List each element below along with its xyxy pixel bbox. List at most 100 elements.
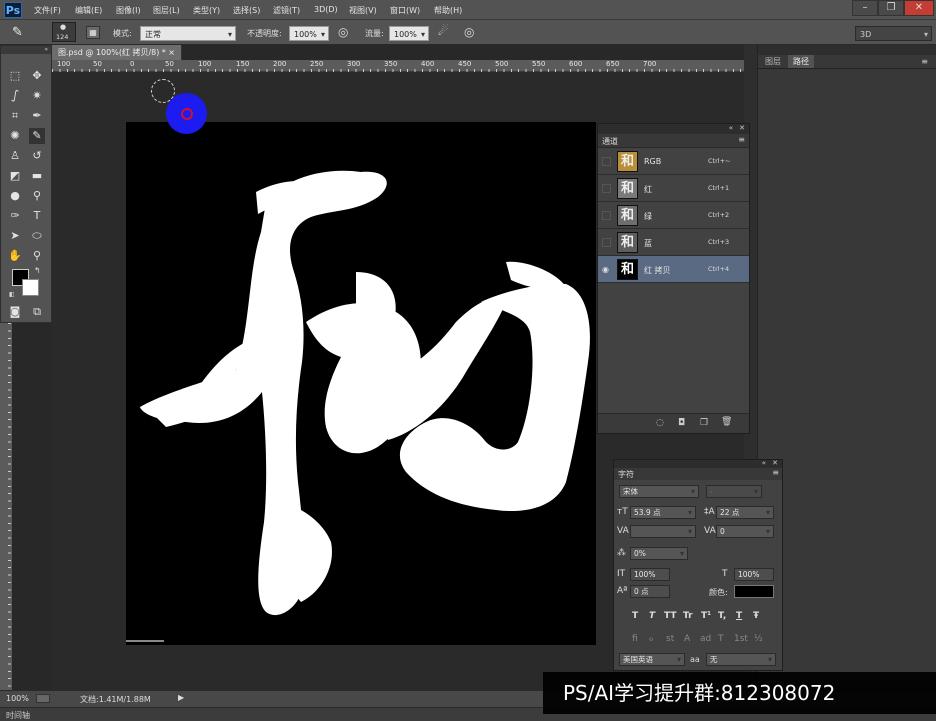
swap-colors-icon[interactable]: ↰ <box>34 266 41 275</box>
maximize-button[interactable]: ❐ <box>878 0 904 16</box>
menu-select[interactable]: 选择(S) <box>233 5 260 16</box>
collapse-icon[interactable]: « <box>729 124 733 132</box>
channel-row[interactable]: 和 蓝 Ctrl+3 <box>598 229 749 256</box>
tab-layers[interactable]: 图层 <box>760 55 786 68</box>
brush-tool-selected-icon[interactable]: ✎ <box>29 128 45 144</box>
fractions-button[interactable]: ½ <box>754 634 763 644</box>
opacity-input[interactable]: 100% <box>289 26 329 42</box>
font-family-select[interactable]: 宋体 <box>619 485 699 498</box>
document-tab[interactable]: 图.psd @ 100%(红 拷贝/8) * × <box>52 45 182 60</box>
kerning-input[interactable] <box>630 525 696 538</box>
ellipse-tool-icon[interactable]: ⬭ <box>29 228 45 244</box>
vertical-scale-input[interactable]: 100% <box>630 568 670 581</box>
default-colors-icon[interactable]: ◧ <box>9 291 15 298</box>
status-info-icon[interactable] <box>36 694 50 703</box>
visibility-toggle[interactable] <box>602 157 611 166</box>
channel-row[interactable]: 和 RGB Ctrl+~ <box>598 148 749 175</box>
swash-button[interactable]: A <box>684 634 690 644</box>
visibility-toggle[interactable] <box>602 211 611 220</box>
titling-alternates-button[interactable]: T <box>718 634 724 644</box>
new-channel-icon[interactable]: ❐ <box>700 418 708 428</box>
panel-menu-icon[interactable]: ≡ <box>738 135 745 144</box>
character-tab[interactable]: 字符 <box>618 469 634 480</box>
brush-panel-toggle-icon[interactable]: ▦ <box>86 26 100 39</box>
menu-layer[interactable]: 图层(L) <box>153 5 180 16</box>
channel-row[interactable]: ◉ 和 红 拷贝 Ctrl+4 <box>598 256 749 283</box>
status-menu-arrow-icon[interactable]: ▶ <box>178 693 184 702</box>
menu-edit[interactable]: 编辑(E) <box>75 5 102 16</box>
baseline-shift-input[interactable]: 0 点 <box>630 585 670 598</box>
visibility-toggle[interactable] <box>602 184 611 193</box>
font-size-input[interactable]: 53.9 点 <box>630 506 696 519</box>
superscript-button[interactable]: T¹ <box>701 611 711 621</box>
strikethrough-button[interactable]: Ŧ <box>753 611 759 621</box>
collapse-icon[interactable]: « <box>762 459 766 467</box>
menu-3d[interactable]: 3D(D) <box>314 5 338 14</box>
ordinals-button[interactable]: 1st <box>734 634 748 644</box>
document-tab-close-icon[interactable]: × <box>168 45 175 60</box>
stylistic-alternates-button[interactable]: ad <box>700 634 711 644</box>
language-select[interactable]: 美国英语 <box>619 653 685 666</box>
menu-type[interactable]: 类型(Y) <box>193 5 220 16</box>
brush-preset-picker[interactable]: ● 124 <box>52 22 76 42</box>
panel-menu-icon[interactable]: ≡ <box>772 468 779 477</box>
minimize-button[interactable]: – <box>852 0 878 16</box>
font-style-select[interactable]: - <box>706 485 762 498</box>
window-close-button[interactable]: ✕ <box>904 0 934 16</box>
menu-help[interactable]: 帮助(H) <box>434 5 462 16</box>
channel-row[interactable]: 和 红 Ctrl+1 <box>598 175 749 202</box>
screen-mode-icon[interactable]: ⧉ <box>29 304 45 320</box>
faux-italic-button[interactable]: T <box>649 611 655 621</box>
healing-brush-tool-icon[interactable]: ✺ <box>7 128 23 144</box>
airbrush-icon[interactable]: ☄ <box>438 24 449 38</box>
menu-view[interactable]: 视图(V) <box>349 5 377 16</box>
pressure-opacity-icon[interactable]: ◎ <box>338 25 348 39</box>
background-color-swatch[interactable] <box>22 279 39 296</box>
hand-tool-icon[interactable]: ✋ <box>7 248 23 264</box>
gradient-tool-icon[interactable]: ▬ <box>29 168 45 184</box>
ruler-horizontal[interactable]: 100 50 0 50 100 150 200 250 300 350 400 … <box>52 60 744 72</box>
close-icon[interactable]: ✕ <box>772 459 778 467</box>
trash-icon[interactable]: 🗑 <box>721 417 732 427</box>
channel-row[interactable]: 和 绿 Ctrl+2 <box>598 202 749 229</box>
tools-collapse-icon[interactable]: « <box>1 46 51 54</box>
menu-file[interactable]: 文件(F) <box>34 5 61 16</box>
panel-menu-icon[interactable]: ≡ <box>921 57 928 66</box>
timeline-tab[interactable]: 时间轴 <box>6 710 30 721</box>
anti-alias-select[interactable]: 无 <box>706 653 776 666</box>
horizontal-scale-input[interactable]: 100% <box>734 568 774 581</box>
tsume-input[interactable]: 0% <box>630 547 688 560</box>
underline-button[interactable]: T <box>736 611 742 621</box>
marquee-tool-icon[interactable]: ⬚ <box>7 68 23 84</box>
faux-bold-button[interactable]: T <box>632 611 638 621</box>
quick-mask-icon[interactable]: ◙ <box>7 304 23 320</box>
eyedropper-tool-icon[interactable]: ✒ <box>29 108 45 124</box>
eraser-tool-icon[interactable]: ◩ <box>7 168 23 184</box>
subscript-button[interactable]: T, <box>718 611 726 621</box>
crop-tool-icon[interactable]: ⌗ <box>7 108 23 124</box>
path-selection-tool-icon[interactable]: ➤ <box>7 228 23 244</box>
lasso-tool-icon[interactable]: ഽ <box>7 88 23 104</box>
ligatures-button[interactable]: fi <box>632 634 638 644</box>
eye-icon[interactable]: ◉ <box>602 265 609 274</box>
old-style-button[interactable]: ℴ <box>649 634 653 644</box>
zoom-level[interactable]: 100% <box>6 694 29 703</box>
flow-input[interactable]: 100% <box>389 26 429 42</box>
workspace-select[interactable]: 3D <box>855 26 932 42</box>
discretionary-ligatures-button[interactable]: st <box>666 634 674 644</box>
zoom-tool-icon[interactable]: ⚲ <box>29 248 45 264</box>
close-icon[interactable]: ✕ <box>739 124 745 132</box>
move-tool-icon[interactable]: ✥ <box>29 68 45 84</box>
dodge-tool-icon[interactable]: ⚲ <box>29 188 45 204</box>
blur-tool-icon[interactable]: ● <box>7 188 23 204</box>
ruler-vertical[interactable] <box>0 323 12 690</box>
pressure-size-icon[interactable]: ◎ <box>464 25 474 39</box>
clone-stamp-tool-icon[interactable]: ♙ <box>7 148 23 164</box>
save-selection-icon[interactable]: ◘ <box>678 418 685 428</box>
document-canvas[interactable] <box>126 122 596 645</box>
magic-wand-tool-icon[interactable]: ✷ <box>29 88 45 104</box>
type-tool-icon[interactable]: T <box>29 208 45 224</box>
menu-image[interactable]: 图像(I) <box>116 5 141 16</box>
tracking-input[interactable]: 0 <box>716 525 774 538</box>
all-caps-button[interactable]: TT <box>664 611 677 621</box>
